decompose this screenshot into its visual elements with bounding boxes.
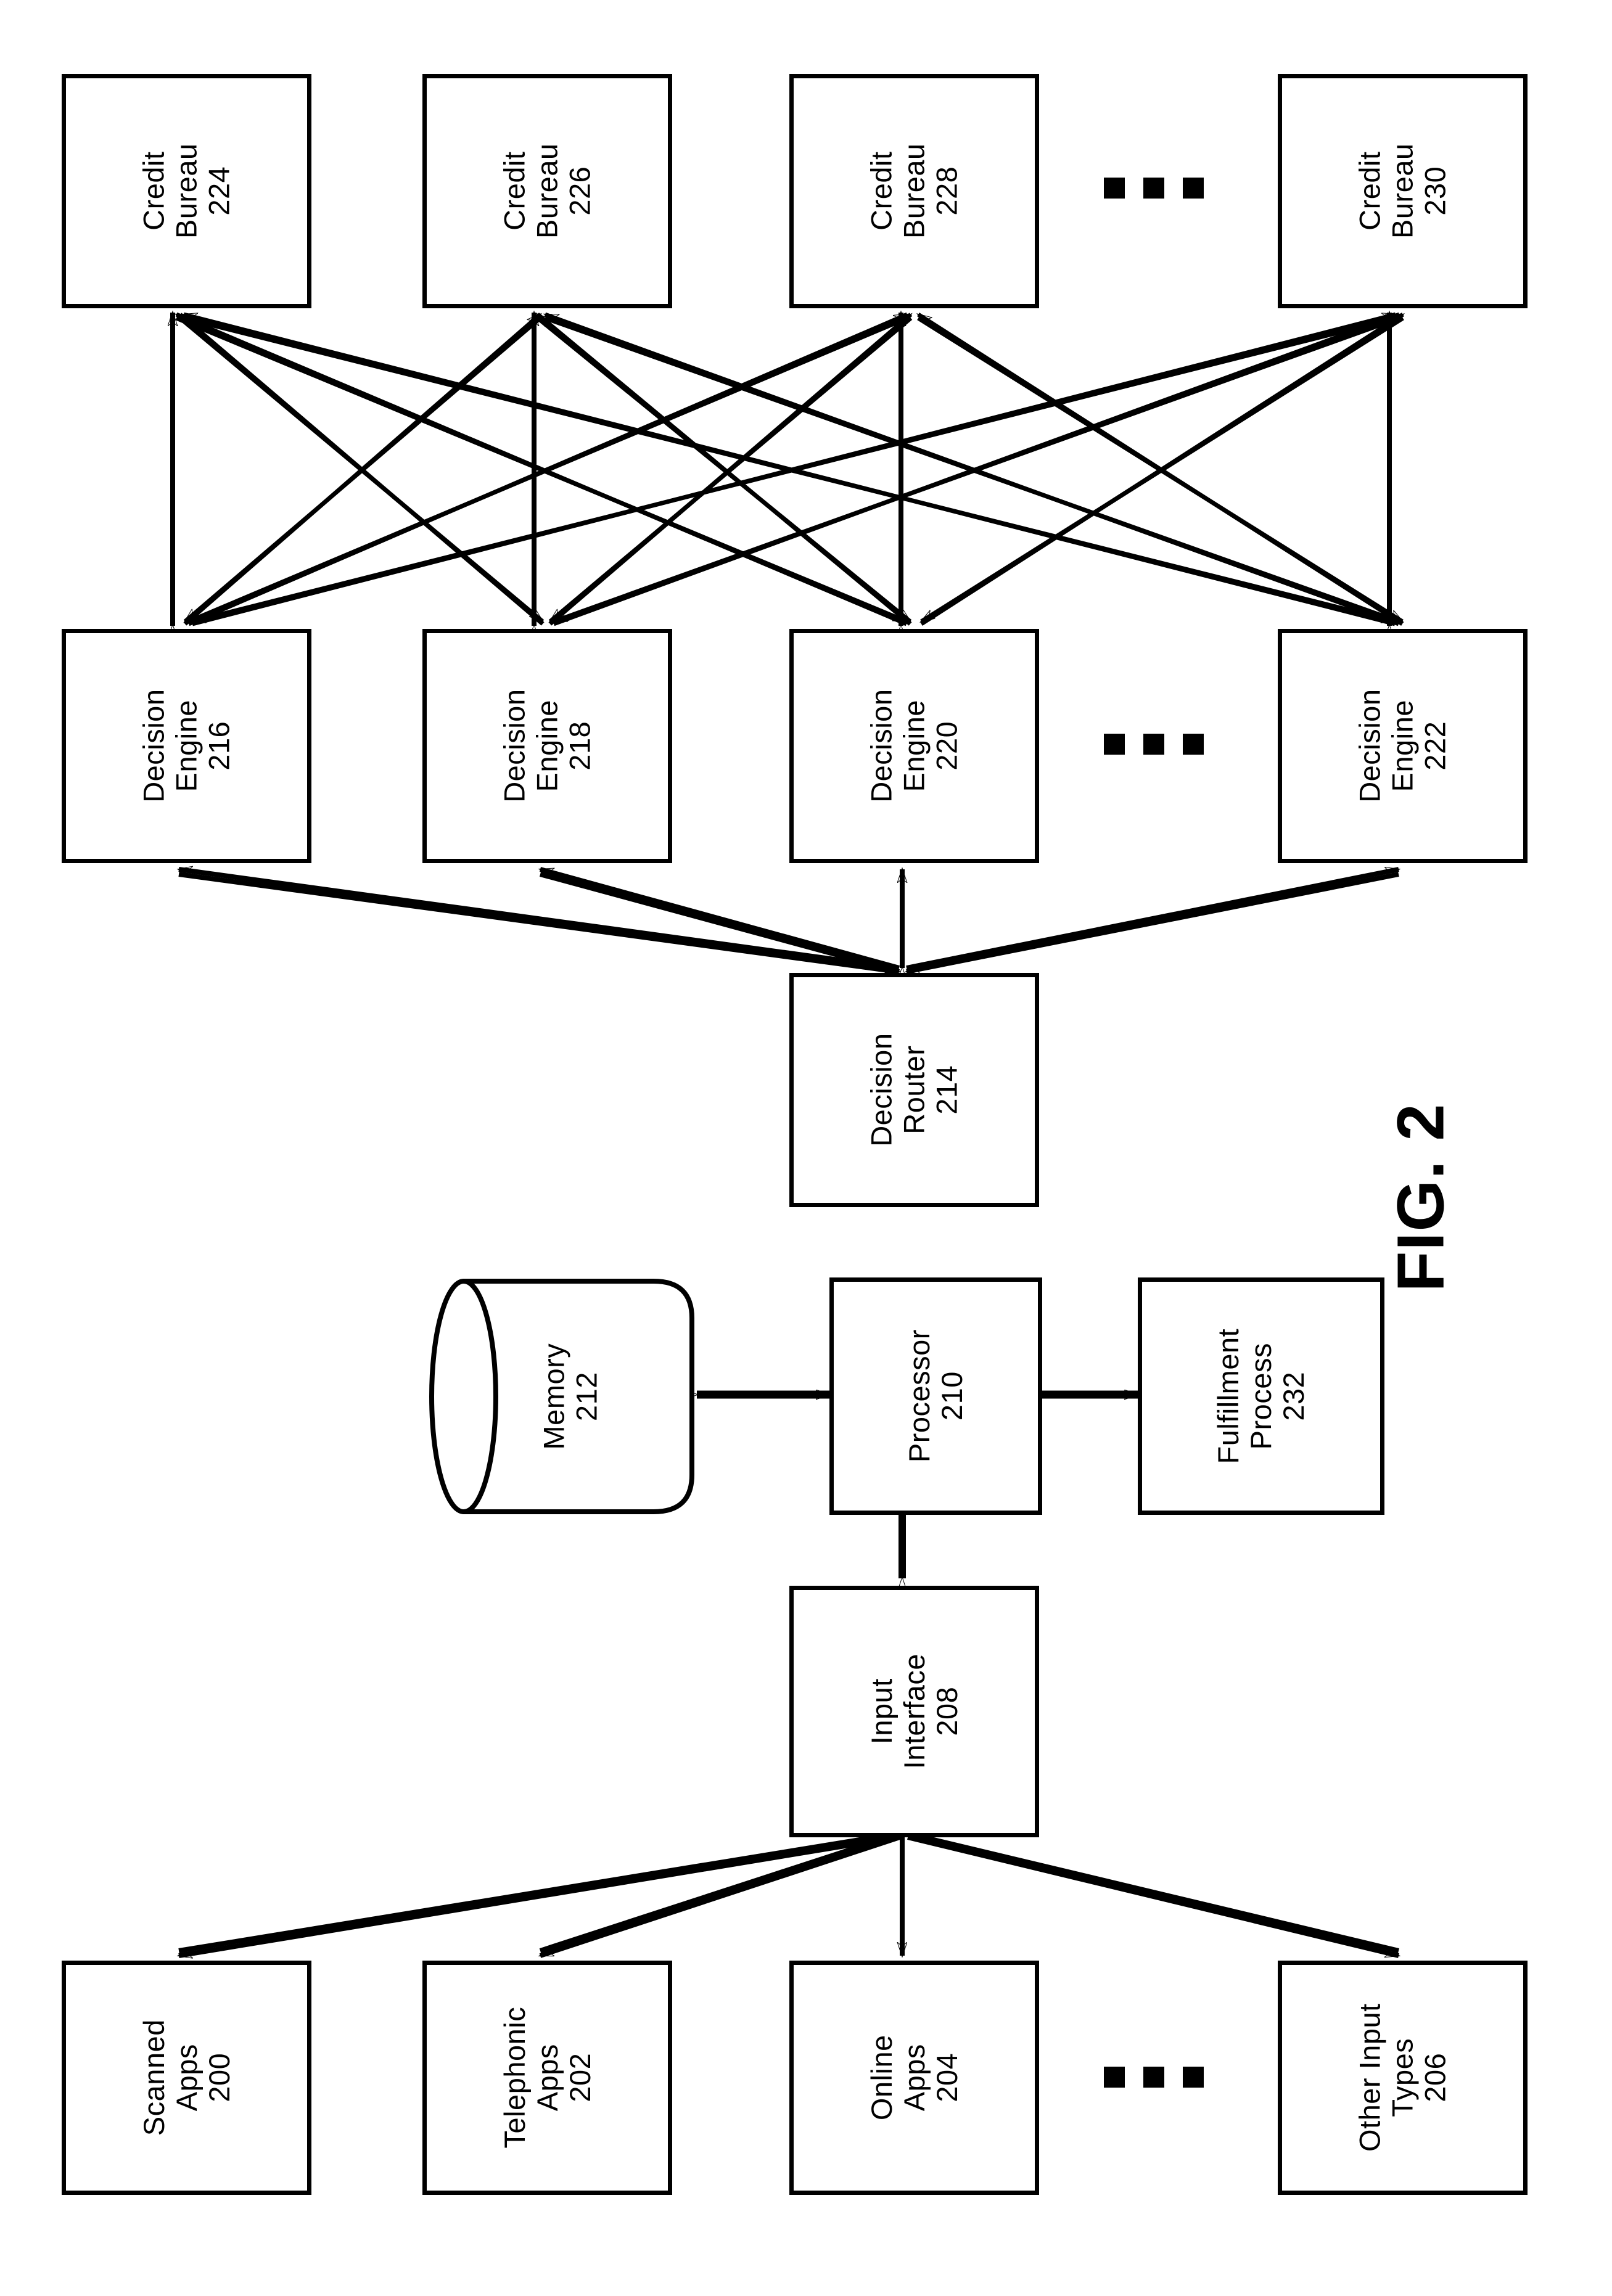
figure-caption: FIG. 2 <box>1383 1103 1458 1292</box>
decision-engine-218[interactable]: Decision Engine 218 <box>422 629 672 863</box>
decision-engine-row-ellipsis-icon <box>1104 734 1204 755</box>
processor-210-label: Processor 210 <box>903 1329 969 1463</box>
mesh-de-to-cb-cross <box>176 312 1403 626</box>
memory-212[interactable]: Memory 212 <box>407 1276 697 1517</box>
credit-bureau-226-label: Credit Bureau 226 <box>498 143 597 239</box>
credit-bureau-228[interactable]: Credit Bureau 228 <box>789 74 1039 308</box>
credit-bureau-224[interactable]: Credit Bureau 224 <box>62 74 311 308</box>
input-sources-row-ellipsis-icon <box>1104 2067 1204 2088</box>
input-interface-208-label: Input Interface 208 <box>865 1654 964 1769</box>
decision-engine-220[interactable]: Decision Engine 220 <box>789 629 1039 863</box>
input-interface-208[interactable]: Input Interface 208 <box>789 1586 1039 1837</box>
credit-bureau-230[interactable]: Credit Bureau 230 <box>1278 74 1528 308</box>
figure-sheet: Credit Bureau 224 Credit Bureau 226 Cred… <box>0 0 1612 2296</box>
credit-bureau-row-ellipsis-icon <box>1104 178 1204 199</box>
decision-engine-216-label: Decision Engine 216 <box>137 689 236 803</box>
online-apps-204-label: Online Apps 204 <box>865 2035 964 2121</box>
other-input-types-206[interactable]: Other Input Types 206 <box>1278 1961 1528 2195</box>
processor-210[interactable]: Processor 210 <box>829 1277 1042 1515</box>
credit-bureau-224-label: Credit Bureau 224 <box>137 143 236 239</box>
credit-bureau-230-label: Credit Bureau 230 <box>1353 143 1452 239</box>
decision-engine-216[interactable]: Decision Engine 216 <box>62 629 311 863</box>
credit-bureau-226[interactable]: Credit Bureau 226 <box>422 74 672 308</box>
decision-engine-222-label: Decision Engine 222 <box>1353 689 1452 803</box>
fulfillment-process-232[interactable]: Fulfillment Process 232 <box>1138 1277 1384 1515</box>
scanned-apps-200-label: Scanned Apps 200 <box>137 2019 236 2136</box>
scanned-apps-200[interactable]: Scanned Apps 200 <box>62 1961 311 2195</box>
telephonic-apps-202[interactable]: Telephonic Apps 202 <box>422 1961 672 2195</box>
fulfillment-process-232-label: Fulfillment Process 232 <box>1212 1328 1310 1464</box>
decision-engine-218-label: Decision Engine 218 <box>498 689 597 803</box>
credit-bureau-228-label: Credit Bureau 228 <box>865 143 964 239</box>
decision-router-214[interactable]: Decision Router 214 <box>789 973 1039 1207</box>
online-apps-204[interactable]: Online Apps 204 <box>789 1961 1039 2195</box>
decision-router-214-label: Decision Router 214 <box>865 1033 964 1147</box>
other-input-types-206-label: Other Input Types 206 <box>1353 2003 1452 2152</box>
decision-engine-222[interactable]: Decision Engine 222 <box>1278 629 1528 863</box>
telephonic-apps-202-label: Telephonic Apps 202 <box>498 2007 597 2149</box>
fan-interface-to-inputs <box>179 1834 1399 1956</box>
fan-router-to-engines <box>179 869 1399 972</box>
decision-engine-220-label: Decision Engine 220 <box>865 689 964 803</box>
memory-cylinder-icon <box>429 1279 694 1514</box>
